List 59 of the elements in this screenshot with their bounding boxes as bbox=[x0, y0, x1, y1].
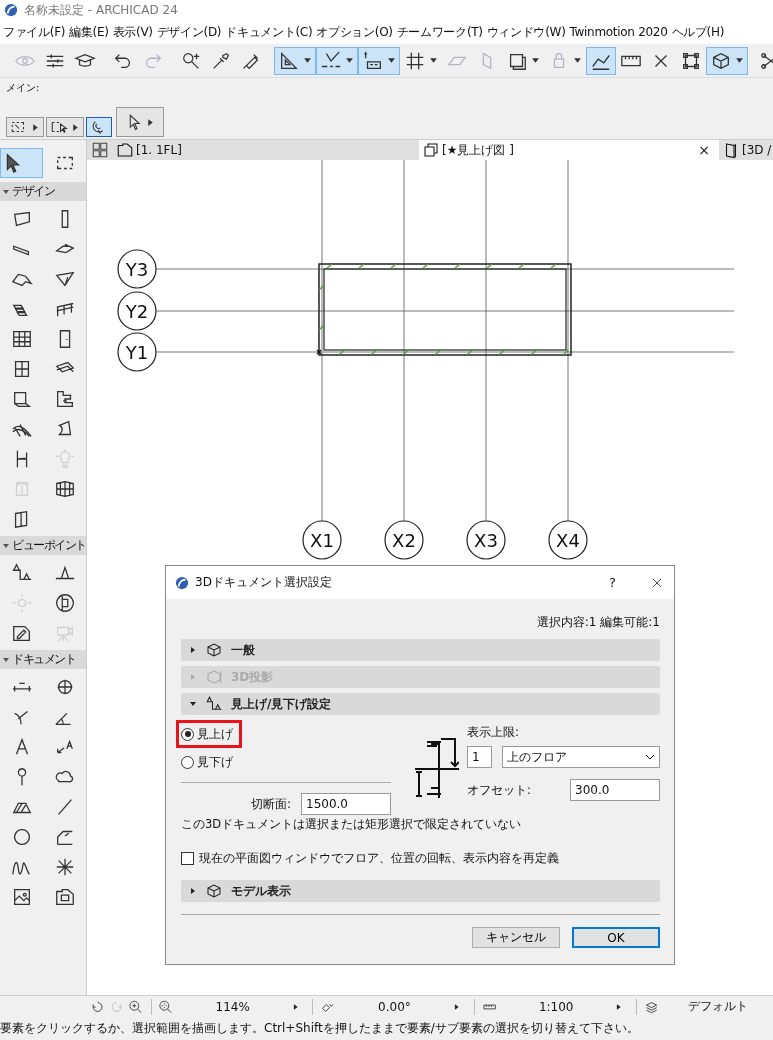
section-title: ビューポイント bbox=[12, 537, 86, 554]
note-text: この3Dドキュメントは選択または矩形選択で限定されていない bbox=[181, 817, 522, 831]
offset-field[interactable]: 300.0 bbox=[570, 779, 660, 801]
toolbox-section-header[interactable]: ドキュメント bbox=[0, 650, 86, 669]
tab-label: [1. 1FL] bbox=[136, 143, 183, 157]
dialog-button[interactable]: キャンセル bbox=[472, 927, 560, 948]
cut-plane-field[interactable]: 1500.0 bbox=[301, 793, 391, 815]
view-tab[interactable]: [3D / bbox=[719, 140, 773, 160]
field-label: 表示上限: bbox=[467, 724, 521, 741]
grid-label: X1 bbox=[310, 530, 334, 551]
menu-item[interactable]: ファイル(F) bbox=[1, 23, 68, 41]
grid-label: X2 bbox=[392, 530, 416, 551]
toolbox-section-header[interactable]: デザイン bbox=[0, 182, 86, 201]
menu-item[interactable]: ヘルプ(H) bbox=[669, 23, 727, 41]
field-label: オフセット: bbox=[467, 781, 532, 799]
tab-label: [3D / bbox=[742, 143, 772, 157]
redefine-checkbox[interactable]: 現在の平面図ウィンドウでフロア、位置の回転、表示内容を再定義 bbox=[181, 850, 660, 867]
grid-label: Y3 bbox=[125, 259, 149, 280]
dialog-title: 3Dドキュメント選択設定 bbox=[195, 574, 333, 591]
section-title: ドキュメント bbox=[12, 651, 75, 668]
grid-label: X4 bbox=[556, 530, 580, 551]
panel-title: モデル表示 bbox=[231, 882, 291, 900]
window-title: 名称未設定 - ARCHICAD 24 bbox=[24, 1, 178, 19]
story-dropdown[interactable]: 上のフロア bbox=[502, 746, 660, 768]
tab-label: [★見上げ図 ] bbox=[442, 141, 515, 159]
grid-label: Y1 bbox=[125, 342, 149, 363]
panel-title: 一般 bbox=[231, 641, 255, 659]
menu-item[interactable]: デザイン(D) bbox=[154, 23, 224, 41]
radio-option[interactable]: 見下げ bbox=[176, 748, 242, 776]
panel-title: 見上げ/見下げ設定 bbox=[231, 695, 332, 713]
info-box-label: メイン: bbox=[6, 81, 41, 95]
view-tab[interactable]: [★見上げ図 ] × bbox=[419, 140, 719, 160]
menu-item[interactable]: 編集(E) bbox=[67, 23, 111, 41]
view-tab[interactable]: [1. 1FL] bbox=[113, 140, 419, 160]
selection-info: 選択内容:1 編集可能:1 bbox=[536, 614, 660, 631]
zoom-value[interactable]: 114% bbox=[177, 999, 288, 1014]
menu-item[interactable]: ウィンドウ(W) bbox=[484, 23, 568, 41]
menu-item[interactable]: Twinmotion 2020 bbox=[567, 25, 670, 39]
grid-label: Y2 bbox=[125, 301, 149, 322]
radio-option[interactable]: 見上げ bbox=[176, 720, 242, 748]
panel-header[interactable]: 一般 bbox=[181, 639, 660, 661]
tab-close-button[interactable]: × bbox=[698, 142, 716, 158]
dialog-button[interactable]: OK bbox=[572, 927, 660, 948]
scale-value[interactable]: 1:100 bbox=[501, 999, 612, 1014]
toolbox-section-header[interactable]: ビューポイント bbox=[0, 536, 86, 555]
menu-item[interactable]: チームワーク(T) bbox=[394, 23, 485, 41]
field-label: 切断面: bbox=[250, 795, 291, 813]
status-text: 要素をクリックするか、選択範囲を描画します。Ctrl+Shiftを押したままで要素/サブ要素の選択を切り替えて下さい。 bbox=[0, 1020, 639, 1037]
panel-header[interactable]: 見上げ/見下げ設定 bbox=[181, 693, 660, 715]
menu-item[interactable]: 表示(V) bbox=[110, 23, 155, 41]
menu-item[interactable]: ドキュメント(C) bbox=[223, 23, 315, 41]
story-field[interactable]: 1 bbox=[467, 746, 492, 768]
grid-label: X3 bbox=[474, 530, 498, 551]
panel-header[interactable]: モデル表示 bbox=[181, 880, 660, 902]
layer-combination-value[interactable]: デフォルト bbox=[662, 998, 773, 1015]
section-title: デザイン bbox=[12, 183, 54, 200]
menu-item[interactable]: オプション(O) bbox=[314, 23, 395, 41]
help-button[interactable]: ? bbox=[609, 575, 616, 590]
angle-value[interactable]: 0.00° bbox=[339, 999, 450, 1014]
